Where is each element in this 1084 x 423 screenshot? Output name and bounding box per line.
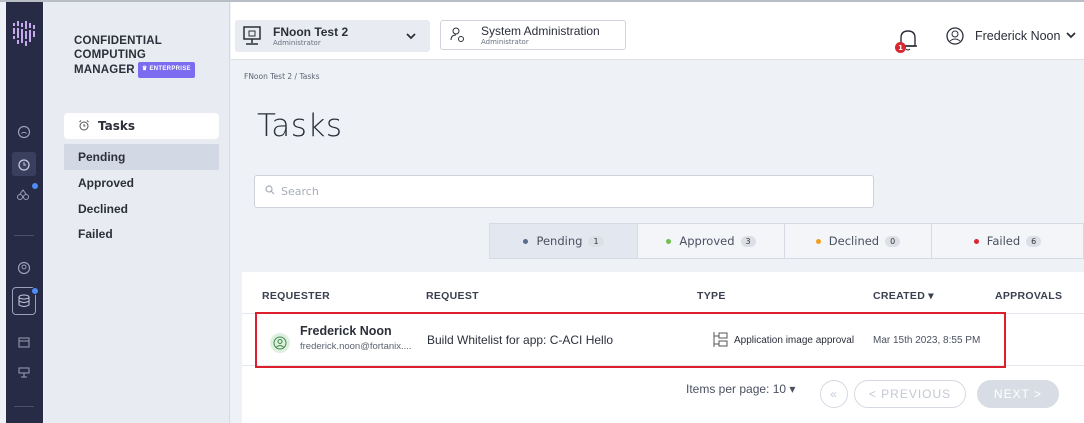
- rail-divider: [14, 235, 34, 236]
- tasks-rail-icon[interactable]: [12, 152, 36, 176]
- sidebar-section-tasks[interactable]: Tasks: [64, 113, 219, 139]
- user-circle-icon[interactable]: [12, 256, 36, 280]
- top-header: FNoon Test 2 Administrator System Admini…: [231, 2, 1084, 60]
- brand-line-1: CONFIDENTIAL: [74, 35, 163, 47]
- notification-badge: 1: [895, 42, 906, 53]
- status-tabs: Pending 1 Approved 3 Declined 0 Failed 6: [489, 223, 1084, 259]
- tab-count: 1: [588, 235, 604, 247]
- first-page-button[interactable]: «: [820, 380, 848, 408]
- search-input[interactable]: Search: [254, 175, 874, 208]
- declined-dot-icon: [815, 238, 821, 244]
- row-highlight-box: [255, 312, 1006, 368]
- pending-dot-icon: [523, 238, 529, 244]
- tab-failed[interactable]: Failed 6: [931, 223, 1084, 259]
- new-indicator-2: [31, 287, 39, 295]
- rail-divider-2: [14, 406, 34, 407]
- user-name: Frederick Noon: [975, 29, 1061, 43]
- system-role: Administrator: [481, 37, 529, 46]
- enterprise-badge: ♛ ENTERPRISE: [137, 62, 195, 78]
- sort-desc-icon: ▾: [928, 290, 934, 302]
- user-menu[interactable]: Frederick Noon: [945, 26, 1077, 46]
- account-selector[interactable]: FNoon Test 2 Administrator: [235, 20, 430, 52]
- monitor-lock-icon: [243, 26, 261, 45]
- admin-gear-icon: [450, 27, 464, 42]
- sidebar-item-declined[interactable]: Declined: [64, 196, 219, 222]
- column-header-request[interactable]: REQUEST: [426, 290, 479, 302]
- column-header-type[interactable]: TYPE: [697, 290, 726, 302]
- search-placeholder: Search: [281, 185, 319, 198]
- side-navigation: CONFIDENTIAL COMPUTING MANAGER ♛ ENTERPRI…: [44, 2, 230, 423]
- column-header-approvals[interactable]: APPROVALS: [995, 290, 1062, 302]
- tab-pending[interactable]: Pending 1: [489, 223, 637, 259]
- product-brand: CONFIDENTIAL COMPUTING MANAGER ♛ ENTERPRI…: [74, 35, 195, 78]
- system-admin-button[interactable]: System Administration Administrator: [440, 20, 626, 50]
- previous-page-button[interactable]: < PREVIOUS: [854, 380, 966, 408]
- chevron-down-icon: [1066, 30, 1077, 42]
- dropdown-arrow-icon: ▾: [789, 382, 796, 396]
- brand-line-2: COMPUTING: [74, 48, 147, 61]
- breadcrumb[interactable]: FNoon Test 2 / Tasks: [244, 72, 320, 81]
- system-name: System Administration: [481, 23, 600, 38]
- tab-count: 6: [1026, 235, 1042, 247]
- search-icon: [265, 185, 275, 198]
- tab-count: 3: [740, 235, 756, 247]
- brand-line-3: MANAGER: [74, 63, 135, 76]
- icon-rail: [6, 2, 43, 423]
- column-header-requester[interactable]: REQUESTER: [262, 290, 330, 302]
- sidebar-item-failed[interactable]: Failed: [64, 221, 219, 247]
- dashboard-icon[interactable]: [12, 120, 36, 144]
- account-name: FNoon Test 2: [273, 24, 349, 39]
- failed-dot-icon: [973, 238, 979, 244]
- network-icon[interactable]: [12, 360, 36, 384]
- user-avatar-icon: [946, 27, 964, 45]
- approved-dot-icon: [666, 238, 672, 244]
- tab-declined[interactable]: Declined 0: [784, 223, 931, 259]
- new-indicator: [31, 182, 39, 190]
- sidebar-item-approved[interactable]: Approved: [64, 170, 219, 196]
- items-per-page-select[interactable]: Items per page: 10 ▾: [686, 382, 795, 396]
- alarm-clock-icon: [78, 119, 90, 134]
- fortanix-logo-icon: [13, 21, 35, 46]
- page-title: Tasks: [257, 108, 343, 144]
- column-header-created[interactable]: CREATED ▾: [873, 290, 934, 302]
- tab-count: 0: [885, 235, 901, 247]
- account-role: Administrator: [273, 38, 321, 47]
- sidebar-section-label: Tasks: [98, 119, 136, 133]
- calendar-icon[interactable]: [12, 330, 36, 354]
- next-page-button[interactable]: NEXT >: [977, 380, 1059, 408]
- sidebar-item-pending[interactable]: Pending: [64, 144, 219, 170]
- chevron-down-icon: [406, 30, 416, 43]
- tab-approved[interactable]: Approved 3: [637, 223, 784, 259]
